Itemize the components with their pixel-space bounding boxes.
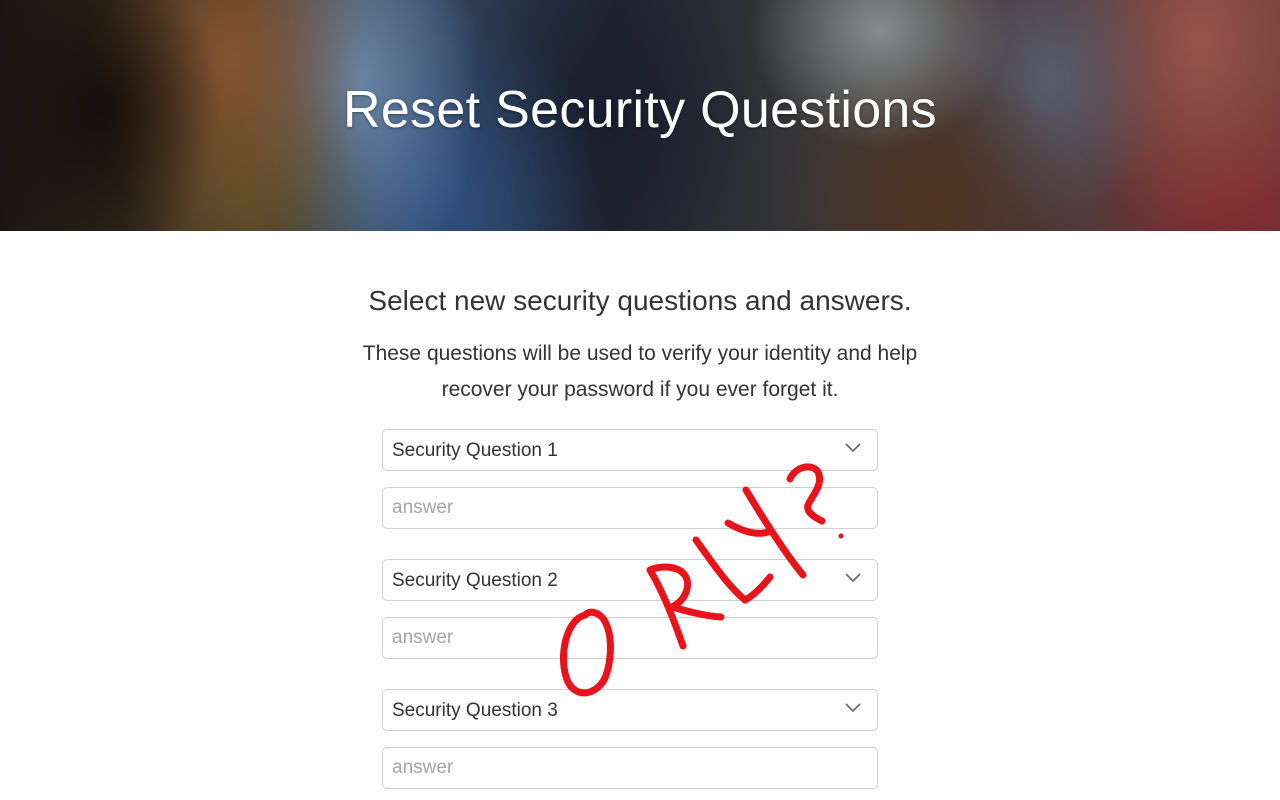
description-line-1: These questions will be used to verify y… <box>362 342 918 365</box>
description-line-2: recover your password if you ever forget… <box>441 378 839 401</box>
hero-banner: Reset Security Questions <box>0 0 1280 231</box>
security-answer-2-input[interactable] <box>383 618 877 658</box>
security-question-1-label: Security Question 1 <box>392 440 558 461</box>
security-answer-2-field[interactable] <box>382 617 878 659</box>
annotation-question-dot <box>838 533 844 539</box>
security-question-3-label: Security Question 3 <box>392 700 558 721</box>
chevron-down-icon <box>845 703 861 713</box>
form-subtitle: Select new security questions and answer… <box>368 285 912 316</box>
security-question-2-label: Security Question 2 <box>392 570 558 591</box>
security-question-2-select[interactable]: Security Question 2 <box>382 559 878 601</box>
security-answer-1-input[interactable] <box>383 488 877 528</box>
security-answer-1-field[interactable] <box>382 487 878 529</box>
chevron-down-icon <box>845 443 861 453</box>
chevron-down-icon <box>845 573 861 583</box>
security-answer-3-field[interactable] <box>382 747 878 789</box>
form-description: These questions will be used to verify y… <box>300 336 980 408</box>
page-title: Reset Security Questions <box>343 81 937 139</box>
security-question-1-select[interactable]: Security Question 1 <box>382 429 878 471</box>
security-answer-3-input[interactable] <box>383 748 877 788</box>
security-question-3-select[interactable]: Security Question 3 <box>382 689 878 731</box>
